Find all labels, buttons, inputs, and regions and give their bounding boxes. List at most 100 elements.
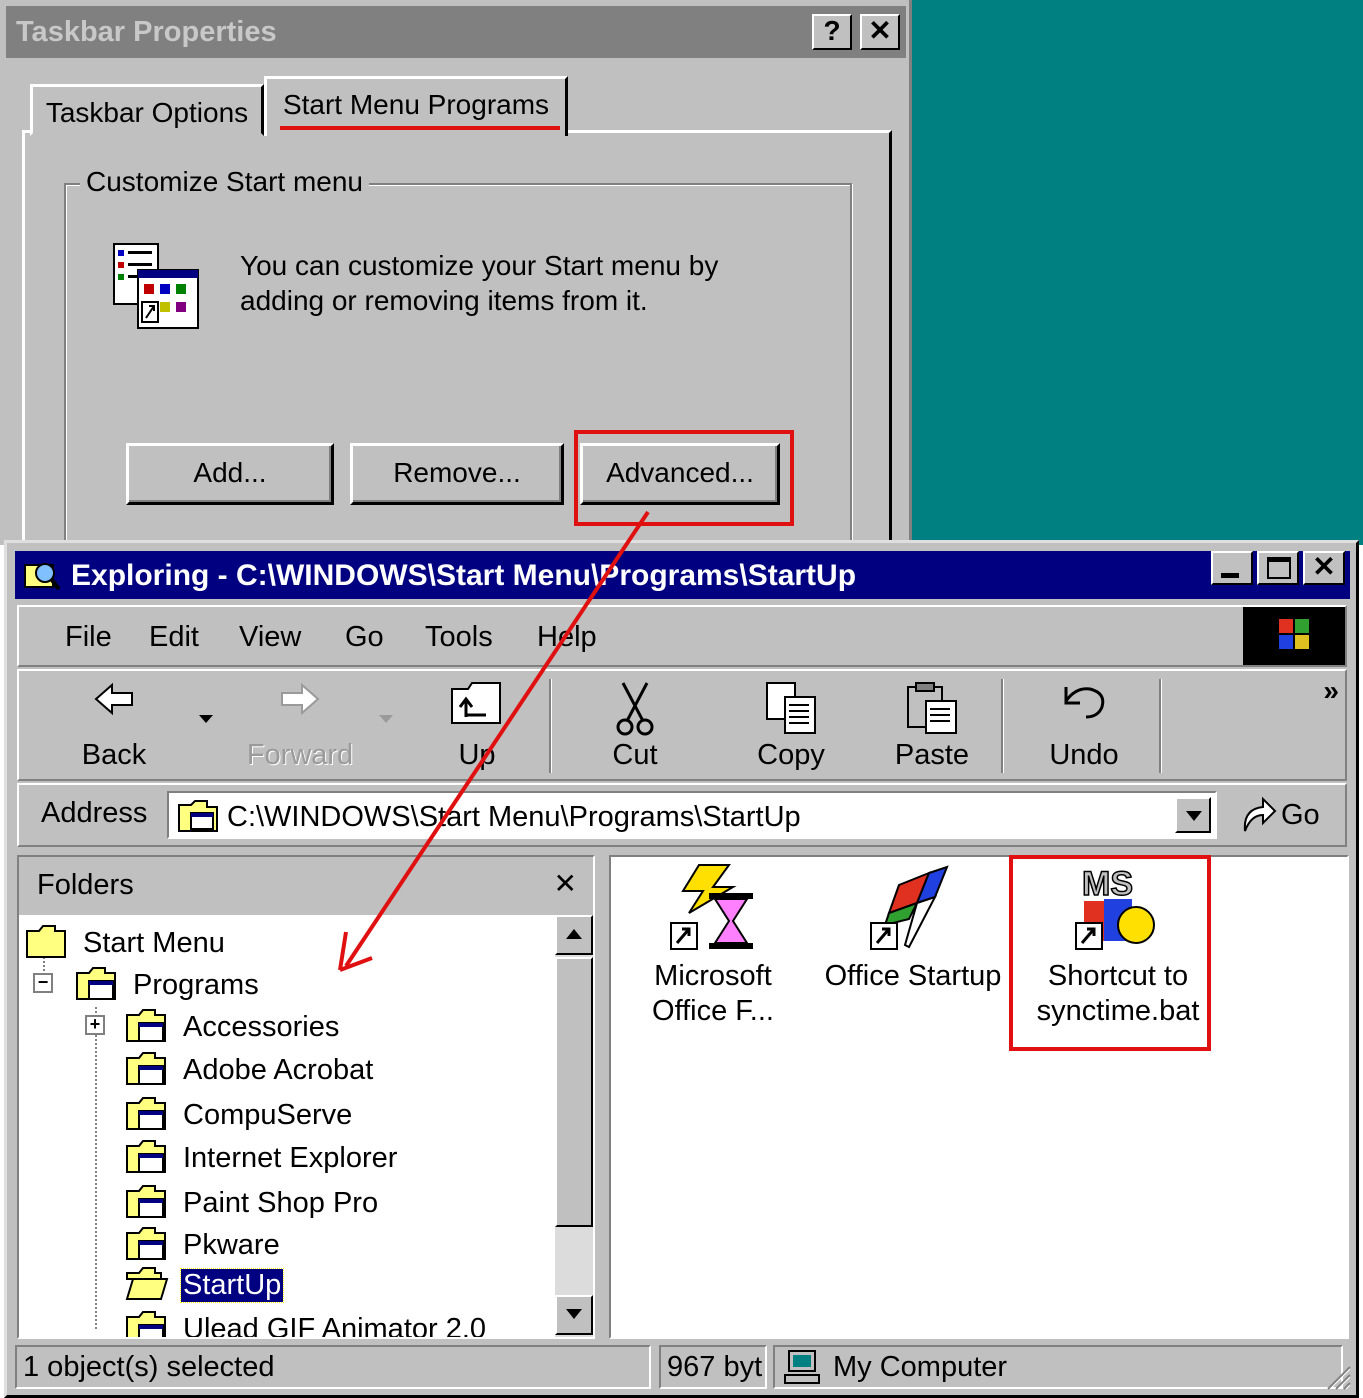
menu-edit[interactable]: Edit bbox=[149, 621, 199, 654]
forward-dropdown-arrow[interactable] bbox=[379, 715, 393, 723]
back-icon bbox=[94, 682, 133, 716]
cut-button[interactable]: Cut bbox=[585, 671, 685, 781]
toolbar-more-button[interactable]: » bbox=[1323, 675, 1339, 707]
tree-line bbox=[95, 1007, 97, 1329]
tree-label: Ulead GIF Animator 2.0 bbox=[183, 1313, 487, 1339]
tree-label: Adobe Acrobat bbox=[183, 1054, 374, 1086]
minimize-icon bbox=[1221, 573, 1239, 578]
address-dropdown-button[interactable] bbox=[1175, 797, 1211, 833]
tree-label: Paint Shop Pro bbox=[183, 1187, 379, 1219]
ms-dos-batch-icon: MS bbox=[1075, 864, 1155, 950]
file-item-microsoft-office-fast[interactable]: Microsoft Office F... bbox=[623, 863, 803, 1029]
expand-toggle[interactable]: + bbox=[85, 1015, 105, 1035]
go-button[interactable]: Go bbox=[1239, 793, 1335, 837]
office-startup-icon bbox=[870, 865, 949, 950]
collapse-toggle[interactable]: − bbox=[33, 973, 53, 993]
folders-scrollbar[interactable] bbox=[555, 915, 593, 1337]
chevron-down-icon bbox=[566, 1309, 582, 1319]
go-label: Go bbox=[1281, 799, 1320, 831]
file-item-office-startup[interactable]: Office Startup bbox=[823, 863, 1003, 994]
status-location: My Computer bbox=[773, 1345, 1343, 1389]
back-dropdown-arrow[interactable] bbox=[199, 715, 213, 723]
desktop-background bbox=[912, 0, 1363, 545]
status-selection: 1 object(s) selected bbox=[15, 1345, 651, 1389]
program-folder-icon bbox=[126, 1185, 166, 1218]
computer-icon bbox=[784, 1350, 820, 1384]
menu-help[interactable]: Help bbox=[537, 621, 597, 654]
address-bar: Address C:\WINDOWS\Start Menu\Programs\S… bbox=[17, 783, 1347, 847]
description-text: You can customize your Start menu by add… bbox=[240, 250, 719, 316]
undo-icon bbox=[1064, 687, 1105, 719]
tree-label: StartUp bbox=[179, 1268, 285, 1303]
program-folder-icon bbox=[126, 1140, 166, 1173]
help-button[interactable]: ? bbox=[812, 14, 852, 50]
forward-label: Forward bbox=[246, 739, 354, 771]
forward-button[interactable]: Forward bbox=[235, 671, 365, 781]
scroll-down-button[interactable] bbox=[555, 1295, 593, 1335]
menu-bar: File Edit View Go Tools Help bbox=[17, 605, 1347, 667]
svg-text:MS: MS bbox=[1082, 865, 1133, 903]
paste-icon bbox=[907, 682, 957, 734]
start-menu-icon bbox=[113, 243, 199, 329]
folders-close-button[interactable]: ✕ bbox=[554, 867, 577, 900]
menu-tools[interactable]: Tools bbox=[425, 621, 493, 654]
program-folder-icon bbox=[126, 1009, 166, 1042]
tree-label: Programs bbox=[133, 969, 259, 1001]
dialog-title: Taskbar Properties bbox=[6, 6, 906, 58]
up-button[interactable]: Up bbox=[427, 671, 527, 781]
close-icon: ✕ bbox=[1312, 551, 1336, 582]
maximize-button[interactable] bbox=[1257, 551, 1299, 585]
explorer-icon bbox=[24, 563, 61, 591]
tree-label: Pkware bbox=[183, 1229, 280, 1261]
close-button[interactable]: ✕ bbox=[860, 14, 900, 50]
back-label: Back bbox=[81, 739, 147, 771]
file-label-line1: Shortcut to bbox=[1047, 960, 1189, 992]
program-folder-icon bbox=[126, 1097, 166, 1130]
explorer-close-button[interactable]: ✕ bbox=[1303, 551, 1345, 585]
copy-label: Copy bbox=[757, 739, 825, 771]
program-folder-icon bbox=[126, 1052, 166, 1085]
toolbar-separator bbox=[549, 679, 552, 773]
scroll-up-button[interactable] bbox=[555, 915, 593, 955]
address-label: Address bbox=[41, 797, 148, 829]
menu-go[interactable]: Go bbox=[345, 621, 384, 654]
undo-button[interactable]: Undo bbox=[1029, 671, 1139, 781]
address-input[interactable]: C:\WINDOWS\Start Menu\Programs\StartUp bbox=[167, 791, 1217, 839]
minimize-button[interactable] bbox=[1211, 551, 1253, 585]
remove-button[interactable]: Remove... bbox=[350, 443, 564, 505]
paste-button[interactable]: Paste bbox=[877, 671, 987, 781]
address-value: C:\WINDOWS\Start Menu\Programs\StartUp bbox=[227, 801, 801, 833]
folder-icon bbox=[178, 800, 218, 832]
menu-view[interactable]: View bbox=[239, 621, 301, 654]
back-button[interactable]: Back bbox=[59, 671, 169, 781]
program-folder-icon bbox=[76, 967, 116, 1000]
office-fast-start-icon bbox=[670, 864, 753, 950]
toolbar-separator bbox=[1001, 679, 1004, 773]
folders-pane: Folders ✕ Start Menu − Programs + Access… bbox=[17, 855, 595, 1339]
copy-button[interactable]: Copy bbox=[731, 671, 851, 781]
tree-label: Internet Explorer bbox=[183, 1142, 398, 1174]
chevron-up-icon bbox=[566, 929, 582, 939]
file-label-line1: Office Startup bbox=[824, 960, 1002, 992]
folders-title: Folders bbox=[37, 869, 134, 901]
forward-icon bbox=[281, 682, 320, 716]
file-label-line2: synctime.bat bbox=[1036, 995, 1200, 1027]
tab-taskbar-options[interactable]: Taskbar Options bbox=[30, 84, 264, 136]
tab-underline-annotation bbox=[280, 126, 560, 130]
files-pane: Microsoft Office F... Office Startup MS bbox=[609, 855, 1349, 1339]
copy-icon bbox=[766, 682, 816, 734]
resize-grip-icon[interactable] bbox=[1322, 1361, 1352, 1391]
add-button[interactable]: Add... bbox=[126, 443, 334, 505]
program-folder-icon bbox=[126, 1311, 166, 1337]
scroll-thumb[interactable] bbox=[555, 957, 593, 1227]
tree-label: CompuServe bbox=[183, 1099, 353, 1131]
file-item-synctime-shortcut[interactable]: MS Shortcut to synctime.bat bbox=[1023, 863, 1213, 1029]
tree-label: Accessories bbox=[183, 1011, 340, 1043]
toolbar: Back Forward Up Cut Copy Paste Undo » bbox=[17, 669, 1347, 781]
paste-label: Paste bbox=[894, 739, 970, 771]
advanced-button[interactable]: Advanced... bbox=[580, 443, 780, 505]
file-label-line1: Microsoft bbox=[654, 960, 772, 992]
menu-file[interactable]: File bbox=[65, 621, 112, 654]
status-size: 967 byt bbox=[659, 1345, 767, 1389]
chevron-down-icon bbox=[1186, 811, 1202, 821]
